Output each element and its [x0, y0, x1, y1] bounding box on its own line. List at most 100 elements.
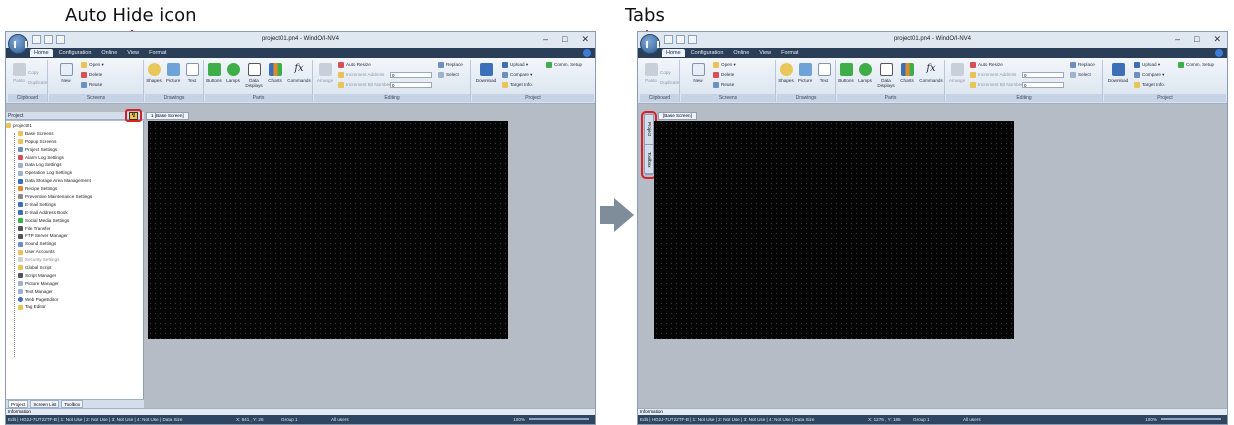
minimize-button[interactable]: –	[1175, 34, 1180, 45]
information-bar[interactable]: Information	[6, 408, 595, 415]
maximize-button[interactable]: □	[562, 34, 567, 45]
buttons-button[interactable]: Buttons	[837, 63, 855, 83]
copy-button[interactable]: Copy	[660, 70, 671, 75]
save-icon[interactable]	[56, 35, 65, 44]
help-icon[interactable]	[583, 49, 591, 57]
download-button[interactable]: Download	[474, 63, 498, 83]
tree-item[interactable]: Operation Log Settings	[6, 170, 143, 178]
auto-resize-button[interactable]: Auto Resize	[338, 62, 371, 68]
tree-item[interactable]: E-mail Settings	[6, 202, 143, 210]
replace-button[interactable]: Replace	[438, 62, 463, 68]
tree-root[interactable]: project01	[6, 123, 143, 131]
picture-button[interactable]: Picture	[796, 63, 814, 83]
tree-item[interactable]: User Accounts	[6, 249, 143, 257]
close-button[interactable]: ✕	[581, 34, 589, 45]
delete-screen-button[interactable]: Delete	[81, 72, 102, 78]
increment-bit-field[interactable]: 0	[1022, 82, 1064, 88]
tree-item[interactable]: Picture Manager	[6, 281, 143, 289]
comm-setup-button[interactable]: Comm. Setup	[1178, 62, 1214, 68]
tab-home[interactable]: Home	[662, 49, 685, 57]
screen-canvas[interactable]	[654, 121, 1014, 339]
upload-button[interactable]: Upload ▾	[502, 62, 528, 68]
minimize-button[interactable]: –	[543, 34, 548, 45]
shapes-button[interactable]: Shapes	[145, 63, 163, 83]
tree-item[interactable]: Base Screens	[6, 131, 143, 139]
tab-format[interactable]: Format	[777, 49, 802, 57]
data-displays-button[interactable]: Data Displays	[876, 63, 896, 88]
duplicate-button[interactable]: Duplicate	[660, 80, 679, 85]
tree-item[interactable]: Preventive Maintenance Settings	[6, 194, 143, 202]
information-bar[interactable]: Information	[638, 408, 1227, 415]
copy-button[interactable]: Copy	[28, 70, 39, 75]
upload-button[interactable]: Upload ▾	[1134, 62, 1160, 68]
open-screen-button[interactable]: Open ▾	[713, 62, 736, 68]
tab-home[interactable]: Home	[30, 49, 53, 57]
auto-resize-button[interactable]: Auto Resize	[970, 62, 1003, 68]
select-button[interactable]: Select	[438, 72, 459, 78]
doc-tab-base-screen[interactable]: 1 [Base Screen]	[146, 112, 189, 120]
panel-tab-screen-list[interactable]: Screen List	[30, 400, 60, 408]
compare-button[interactable]: Compare ▾	[1134, 72, 1164, 78]
tree-item[interactable]: Popup Screens	[6, 139, 143, 147]
data-displays-button[interactable]: Data Displays	[244, 63, 264, 88]
tree-item[interactable]: FTP Server Manager	[6, 233, 143, 241]
application-menu-icon[interactable]	[640, 34, 660, 54]
comm-setup-button[interactable]: Comm. Setup	[546, 62, 582, 68]
new-screen-button[interactable]: New	[689, 63, 707, 83]
delete-screen-button[interactable]: Delete	[713, 72, 734, 78]
target-info-button[interactable]: Target Info.	[502, 82, 533, 88]
application-menu-icon[interactable]	[8, 34, 28, 54]
duplicate-button[interactable]: Duplicate	[28, 80, 47, 85]
increment-address-field[interactable]: 0	[390, 72, 432, 78]
paste-button[interactable]: Paste	[10, 63, 28, 83]
tab-format[interactable]: Format	[145, 49, 170, 57]
commands-button[interactable]: fx Commands	[287, 63, 311, 83]
new-screen-button[interactable]: New	[57, 63, 75, 83]
open-folder-icon[interactable]	[676, 35, 685, 44]
tab-configuration[interactable]: Configuration	[687, 49, 728, 57]
zoom-slider[interactable]	[529, 418, 589, 420]
paste-button[interactable]: Paste	[642, 63, 660, 83]
reuse-screen-button[interactable]: Reuse	[713, 82, 734, 88]
zoom-slider[interactable]	[1161, 418, 1221, 420]
tab-configuration[interactable]: Configuration	[55, 49, 96, 57]
buttons-button[interactable]: Buttons	[205, 63, 223, 83]
picture-button[interactable]: Picture	[164, 63, 182, 83]
tab-online[interactable]: Online	[97, 49, 121, 57]
tab-view[interactable]: View	[123, 49, 143, 57]
tree-item[interactable]: File Transfer	[6, 226, 143, 234]
tree-item[interactable]: Recipe Settings	[6, 186, 143, 194]
tree-item[interactable]: Project Settings	[6, 147, 143, 155]
arrange-button[interactable]: Arrange	[948, 63, 966, 83]
increment-address-field[interactable]: 0	[1022, 72, 1064, 78]
screen-canvas[interactable]	[148, 121, 508, 339]
doc-tab-base-screen[interactable]: [Base Screen]	[658, 112, 697, 120]
tree-item[interactable]: Text Manager	[6, 289, 143, 297]
tree-item[interactable]: Social Media Settings	[6, 218, 143, 226]
tree-item[interactable]: Data Storage Area Management	[6, 178, 143, 186]
tab-view[interactable]: View	[755, 49, 775, 57]
new-file-icon[interactable]	[664, 35, 673, 44]
new-file-icon[interactable]	[32, 35, 41, 44]
download-button[interactable]: Download	[1106, 63, 1130, 83]
arrange-button[interactable]: Arrange	[316, 63, 334, 83]
tree-item[interactable]: Web PageEditor	[6, 297, 143, 305]
tree-item[interactable]: E-mail Address Book	[6, 210, 143, 218]
reuse-screen-button[interactable]: Reuse	[81, 82, 102, 88]
lamps-button[interactable]: Lamps	[856, 63, 874, 83]
increment-bit-field[interactable]: 0	[390, 82, 432, 88]
panel-tab-project[interactable]: Project	[8, 400, 29, 408]
shapes-button[interactable]: Shapes	[777, 63, 795, 83]
close-button[interactable]: ✕	[1213, 34, 1221, 45]
tree-item[interactable]: Global Script	[6, 265, 143, 273]
tree-item[interactable]: Sound Settings	[6, 241, 143, 249]
target-info-button[interactable]: Target Info.	[1134, 82, 1165, 88]
charts-button[interactable]: Charts	[266, 63, 284, 83]
help-icon[interactable]	[1215, 49, 1223, 57]
commands-button[interactable]: fx Commands	[919, 63, 943, 83]
select-button[interactable]: Select	[1070, 72, 1091, 78]
tree-item[interactable]: Alarm Log Settings	[6, 155, 143, 163]
tab-online[interactable]: Online	[729, 49, 753, 57]
maximize-button[interactable]: □	[1194, 34, 1199, 45]
open-folder-icon[interactable]	[44, 35, 53, 44]
